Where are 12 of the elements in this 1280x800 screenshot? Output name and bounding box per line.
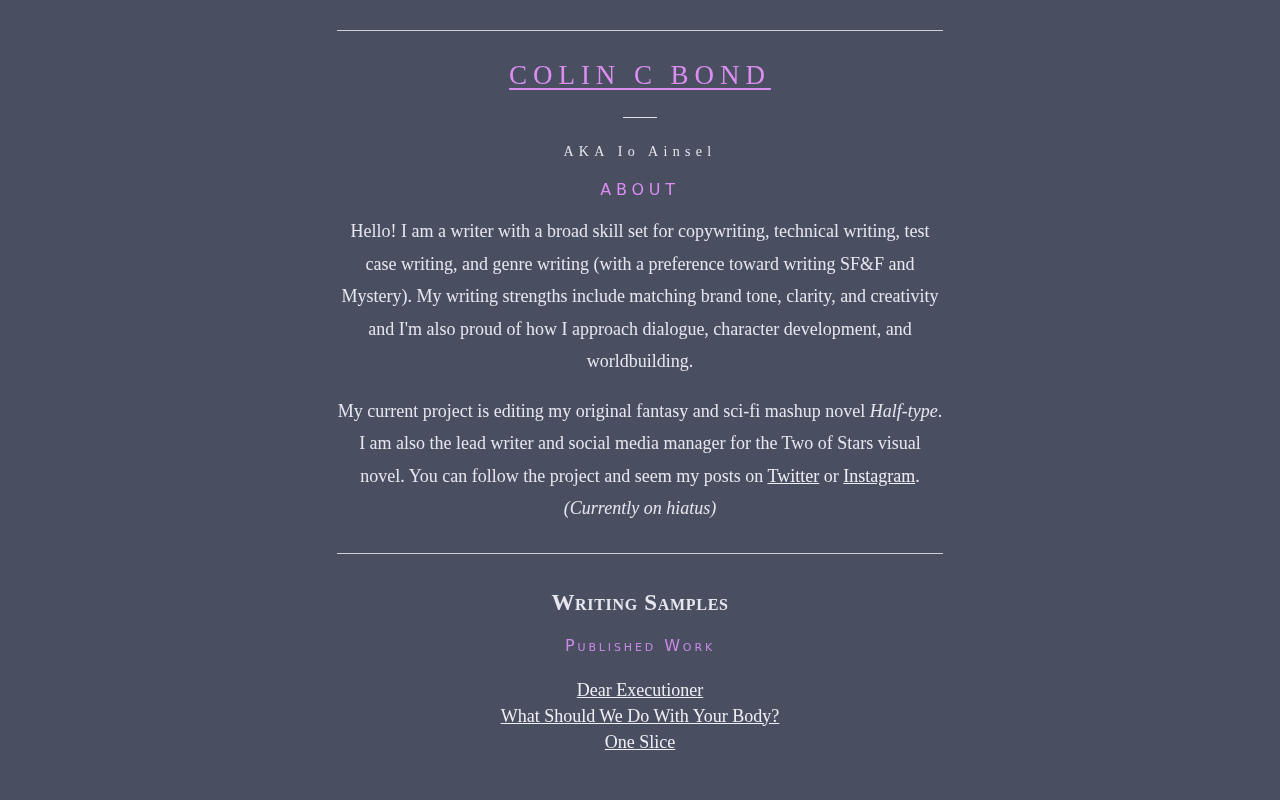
about-heading: ABOUT: [600, 180, 680, 199]
about-paragraph: My current project is editing my original fantasy and sci-fi mashup novel Half-type. I am also the lead writer and social media manager for the Two of Stars visual novel. You can follow the project and seem my posts on Twitter or Instagram. (Currently on hiatus): [337, 399, 943, 520]
published-work-heading: Published Work: [564, 635, 715, 655]
sample-link[interactable]: One Slice: [604, 728, 676, 755]
social-link[interactable]: Instagram: [843, 465, 916, 486]
social-link[interactable]: Twitter: [767, 465, 820, 486]
sample-link[interactable]: What Should We Do With Your Body?: [500, 702, 780, 729]
about-paragraph: Hello! I am a writer with a broad skill set for copywriting, technical writing, test case writing, and genre writing (with a preference toward writing SF&F and Mystery). My writing strengths include matching brand tone, clarity, and creativity and I'm also proud of how I approach dialogue, character development, and worldbuilding.: [340, 220, 940, 373]
writing-samples-heading: Writing Samples: [551, 589, 729, 616]
site-title-link[interactable]: COLIN C BOND: [509, 59, 771, 91]
alias-text: AKA Io Ainsel: [563, 144, 717, 160]
sample-link[interactable]: Dear Executioner: [576, 676, 704, 703]
